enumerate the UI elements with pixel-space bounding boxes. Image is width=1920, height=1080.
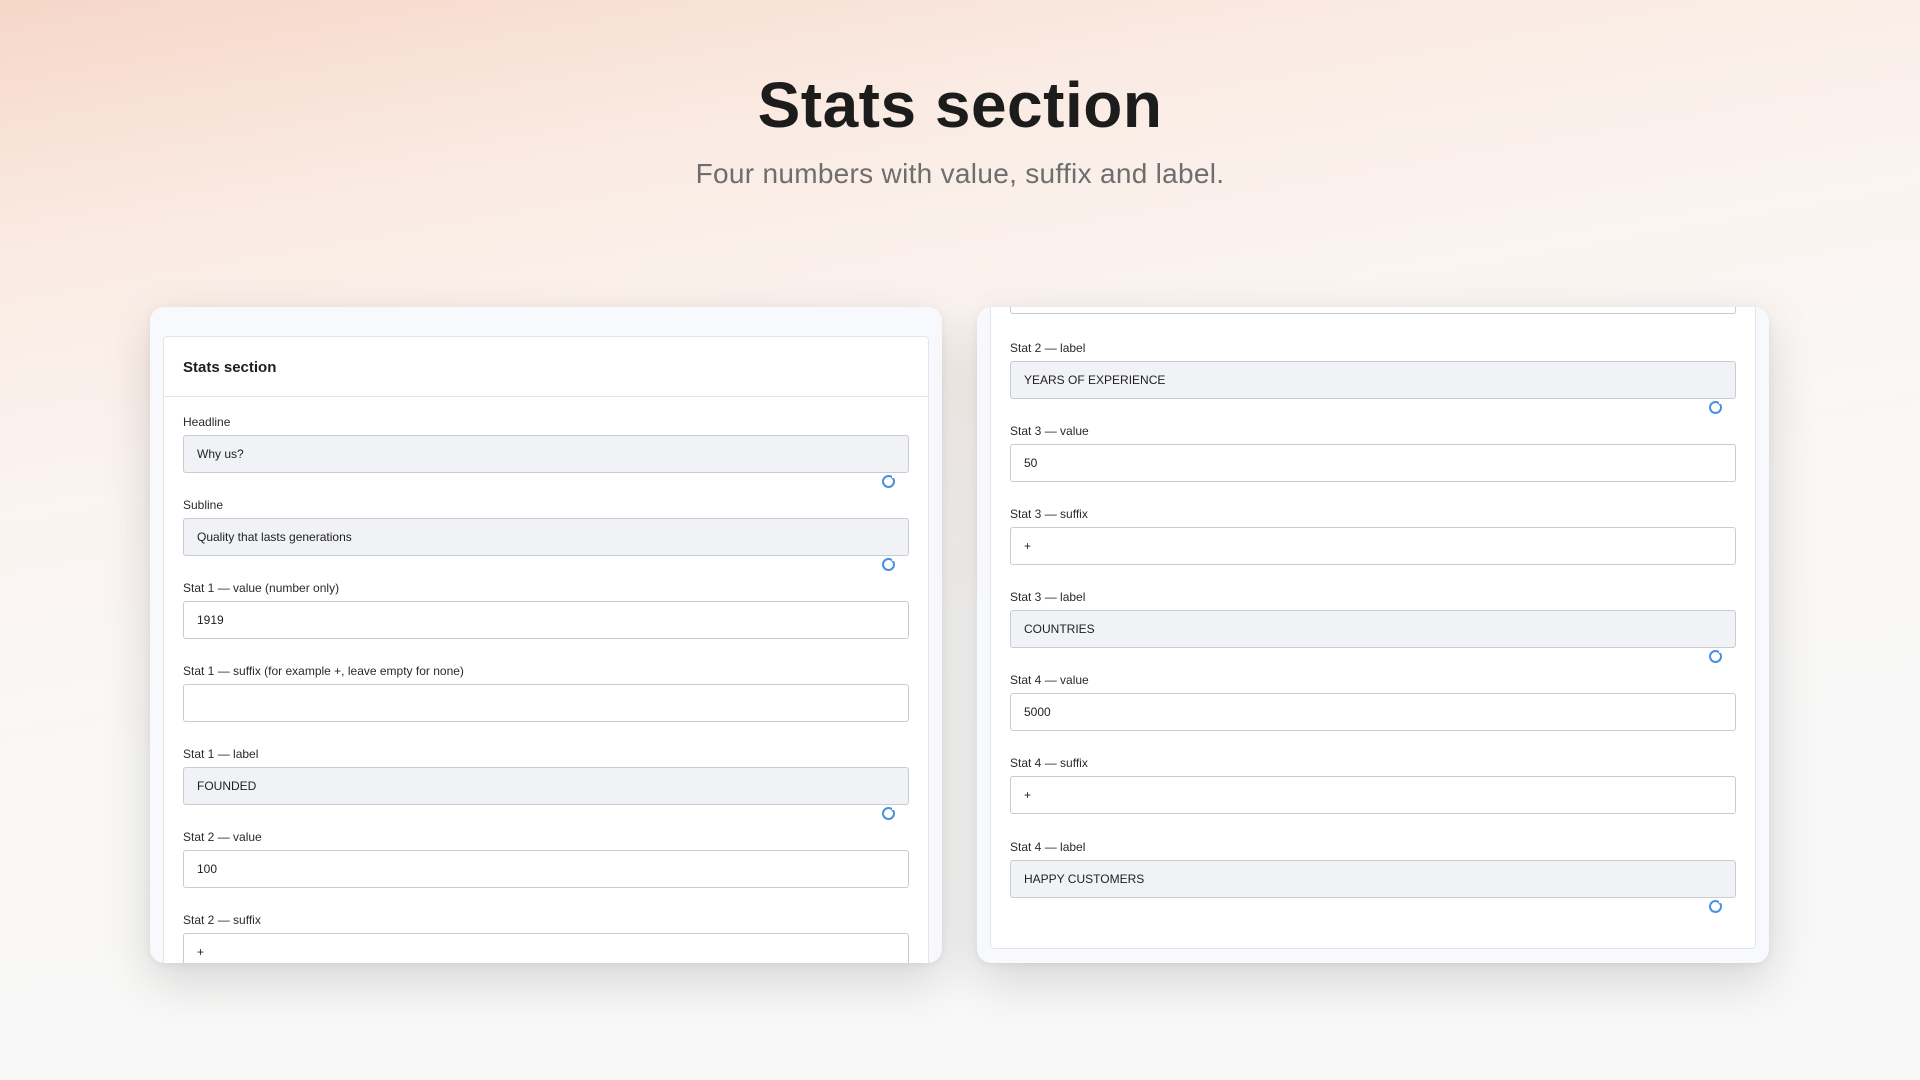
stat2-value-field: Stat 2 — value xyxy=(183,830,909,888)
stat3-label-textarea[interactable]: COUNTRIES xyxy=(1010,610,1736,648)
page-subtitle: Four numbers with value, suffix and labe… xyxy=(695,158,1225,189)
stat4-suffix-input[interactable] xyxy=(1010,776,1736,814)
stat3-value-field: Stat 3 — value xyxy=(1010,424,1736,482)
field-label: Stat 1 — suffix (for example +, leave em… xyxy=(183,664,464,678)
field-label: Stat 1 — label xyxy=(183,747,259,761)
field-label: Stat 3 — value xyxy=(1010,424,1089,438)
stats-section-card: Stats section Headline Why us? Subline Q… xyxy=(163,336,929,963)
stat1-suffix-field: Stat 1 — suffix (for example +, leave em… xyxy=(183,664,909,722)
stat1-suffix-input[interactable] xyxy=(183,684,909,722)
stat3-value-input[interactable] xyxy=(1010,444,1736,482)
field-label: Stat 2 — suffix xyxy=(183,913,261,927)
stat2-value-input[interactable] xyxy=(183,850,909,888)
subline-field: Subline Quality that lasts generations xyxy=(183,498,909,571)
stat2-suffix-input[interactable] xyxy=(183,933,909,963)
stats-section-card-continued: Stat 2 — label YEARS OF EXPERIENCE Stat … xyxy=(990,307,1756,949)
stat3-suffix-input[interactable] xyxy=(1010,527,1736,565)
field-label: Stat 2 — value xyxy=(183,830,262,844)
field-label: Stat 2 — label xyxy=(1010,341,1086,355)
stat4-suffix-field: Stat 4 — suffix xyxy=(1010,756,1736,814)
stat1-value-field: Stat 1 — value (number only) xyxy=(183,581,909,639)
textarea-resize-icon[interactable] xyxy=(1709,649,1723,663)
left-form-panel[interactable]: Stats section Headline Why us? Subline Q… xyxy=(150,307,942,963)
stat3-suffix-field: Stat 3 — suffix xyxy=(1010,507,1736,565)
stat4-value-field: Stat 4 — value xyxy=(1010,673,1736,731)
stat4-value-input[interactable] xyxy=(1010,693,1736,731)
stat4-label-textarea[interactable]: HAPPY CUSTOMERS xyxy=(1010,860,1736,898)
subline-textarea[interactable]: Quality that lasts generations xyxy=(183,518,909,556)
stat1-label-textarea[interactable]: FOUNDED xyxy=(183,767,909,805)
stat4-label-field: Stat 4 — label HAPPY CUSTOMERS xyxy=(1010,840,1736,913)
page-title: Stats section xyxy=(757,69,1163,141)
stat3-label-field: Stat 3 — label COUNTRIES xyxy=(1010,590,1736,663)
textarea-resize-icon[interactable] xyxy=(882,474,896,488)
field-label: Stat 3 — label xyxy=(1010,590,1086,604)
field-label: Stat 1 — value (number only) xyxy=(183,581,340,595)
headline-textarea[interactable]: Why us? xyxy=(183,435,909,473)
field-label: Subline xyxy=(183,498,224,512)
stat2-suffix-field: Stat 2 — suffix xyxy=(183,913,909,963)
field-label: Stat 4 — value xyxy=(1010,673,1089,687)
textarea-resize-icon[interactable] xyxy=(882,557,896,571)
textarea-resize-icon[interactable] xyxy=(882,806,896,820)
previous-field-edge xyxy=(1010,307,1736,314)
field-label: Stat 4 — label xyxy=(1010,840,1086,854)
field-label: Headline xyxy=(183,415,231,429)
textarea-resize-icon[interactable] xyxy=(1709,899,1723,913)
stat2-label-textarea[interactable]: YEARS OF EXPERIENCE xyxy=(1010,361,1736,399)
field-label: Stat 3 — suffix xyxy=(1010,507,1088,521)
stat1-label-field: Stat 1 — label FOUNDED xyxy=(183,747,909,820)
card-title: Stats section xyxy=(164,337,928,397)
right-form-panel[interactable]: Stat 2 — label YEARS OF EXPERIENCE Stat … xyxy=(977,307,1769,963)
stat1-value-input[interactable] xyxy=(183,601,909,639)
headline-field: Headline Why us? xyxy=(183,415,909,488)
textarea-resize-icon[interactable] xyxy=(1709,400,1723,414)
field-label: Stat 4 — suffix xyxy=(1010,756,1088,770)
stat2-label-field: Stat 2 — label YEARS OF EXPERIENCE xyxy=(1010,341,1736,414)
